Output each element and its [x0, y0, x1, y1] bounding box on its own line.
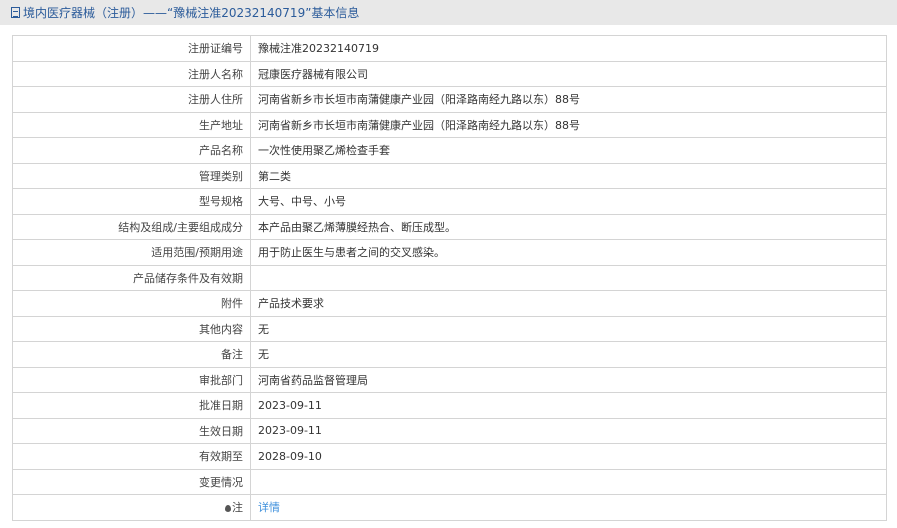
table-row: 结构及组成/主要组成成分 本产品由聚乙烯薄膜经热合、断压成型。: [12, 213, 887, 240]
row-value: 无: [250, 341, 887, 368]
table-row: 管理类别 第二类: [12, 162, 887, 189]
row-value: 河南省新乡市长垣市南蒲健康产业园（阳泽路南经九路以东）88号: [250, 86, 887, 113]
row-label: 其他内容: [12, 315, 251, 342]
table-row: 变更情况: [12, 468, 887, 495]
table-row: 注册人名称 冠康医疗器械有限公司: [12, 60, 887, 87]
note-label: 注: [232, 501, 243, 515]
row-value: [250, 468, 887, 495]
row-value: 2023-09-11: [250, 417, 887, 444]
row-value: 河南省药品监督管理局: [250, 366, 887, 393]
row-label: 注: [12, 494, 251, 521]
row-value: 一次性使用聚乙烯检查手套: [250, 137, 887, 164]
table-row: 型号规格 大号、中号、小号: [12, 188, 887, 215]
row-value: 第二类: [250, 162, 887, 189]
table-row: 审批部门 河南省药品监督管理局: [12, 366, 887, 393]
row-value: 冠康医疗器械有限公司: [250, 60, 887, 87]
table-row: 批准日期 2023-09-11: [12, 392, 887, 419]
table-row: 适用范围/预期用途 用于防止医生与患者之间的交叉感染。: [12, 239, 887, 266]
table-row: 附件 产品技术要求: [12, 290, 887, 317]
page-header: 境内医疗器械（注册）——“豫械注准20232140719”基本信息: [0, 0, 897, 25]
row-label: 注册证编号: [12, 35, 251, 62]
row-label: 结构及组成/主要组成成分: [12, 213, 251, 240]
row-value: 产品技术要求: [250, 290, 887, 317]
table-row: 产品名称 一次性使用聚乙烯检查手套: [12, 137, 887, 164]
row-label: 生产地址: [12, 111, 251, 138]
table-row: 注册人住所 河南省新乡市长垣市南蒲健康产业园（阳泽路南经九路以东）88号: [12, 86, 887, 113]
row-value: 2023-09-11: [250, 392, 887, 419]
table-row: 产品储存条件及有效期: [12, 264, 887, 291]
table-row: 有效期至 2028-09-10: [12, 443, 887, 470]
page-title: 境内医疗器械（注册）——“豫械注准20232140719”基本信息: [23, 6, 360, 20]
row-label: 备注: [12, 341, 251, 368]
row-label: 管理类别: [12, 162, 251, 189]
row-value: 豫械注准20232140719: [250, 35, 887, 62]
row-label: 生效日期: [12, 417, 251, 444]
table-row: 生产地址 河南省新乡市长垣市南蒲健康产业园（阳泽路南经九路以东）88号: [12, 111, 887, 138]
table-row: 注 详情: [12, 494, 887, 521]
details-link[interactable]: 详情: [258, 501, 280, 514]
row-label: 审批部门: [12, 366, 251, 393]
table-row: 注册证编号 豫械注准20232140719: [12, 35, 887, 62]
table-row: 生效日期 2023-09-11: [12, 417, 887, 444]
row-value: 详情: [250, 494, 887, 521]
document-icon: [11, 7, 20, 18]
info-table: 注册证编号 豫械注准20232140719 注册人名称 冠康医疗器械有限公司 注册人住所…: [12, 35, 887, 521]
row-label: 产品名称: [12, 137, 251, 164]
row-value: 本产品由聚乙烯薄膜经热合、断压成型。: [250, 213, 887, 240]
row-label: 变更情况: [12, 468, 251, 495]
row-label: 注册人名称: [12, 60, 251, 87]
row-label: 注册人住所: [12, 86, 251, 113]
row-value: 河南省新乡市长垣市南蒲健康产业园（阳泽路南经九路以东）88号: [250, 111, 887, 138]
row-label: 适用范围/预期用途: [12, 239, 251, 266]
row-label: 产品储存条件及有效期: [12, 264, 251, 291]
table-row: 其他内容无: [12, 315, 887, 342]
row-label: 型号规格: [12, 188, 251, 215]
table-row: 备注无: [12, 341, 887, 368]
row-value: 2028-09-10: [250, 443, 887, 470]
row-value: 用于防止医生与患者之间的交叉感染。: [250, 239, 887, 266]
row-label: 批准日期: [12, 392, 251, 419]
row-label: 附件: [12, 290, 251, 317]
row-value: 大号、中号、小号: [250, 188, 887, 215]
row-label: 有效期至: [12, 443, 251, 470]
pin-icon: [225, 505, 231, 513]
row-value: 无: [250, 315, 887, 342]
row-value: [250, 264, 887, 291]
